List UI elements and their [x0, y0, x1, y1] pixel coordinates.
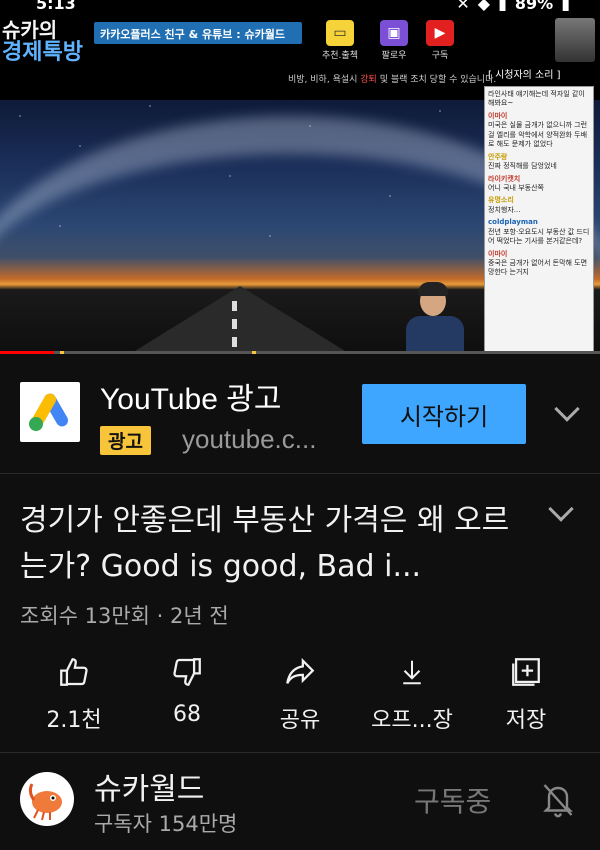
- youtube-button: ▶ 구독: [422, 20, 458, 61]
- chat-message: 안주랑 진짜 정직해를 담엉었네: [488, 153, 590, 172]
- chat-text: 미국은 실물 금개가 없으니까 그런걸 엘리를 악학에서 양적완화 두배로 해도…: [488, 121, 588, 149]
- thumbs-down-icon: [137, 650, 237, 694]
- chat-message: 이마이 미국은 실물 금개가 없으니까 그런걸 엘리를 악학에서 양적완화 두배…: [488, 112, 590, 150]
- offline-save-label: 오프...장: [371, 708, 453, 733]
- download-icon: [362, 650, 462, 694]
- presenter-hair: [418, 282, 448, 296]
- youtube-label: 구독: [431, 51, 449, 61]
- mute-icon: ✕: [456, 0, 470, 13]
- twitch-label: 팔로우: [381, 51, 407, 61]
- warning-text: 비방, 비하, 욕설시: [288, 75, 361, 85]
- dislike-button[interactable]: 68: [137, 650, 237, 727]
- action-bar: 2.1천 68 공유 오프...장 저장: [0, 650, 600, 750]
- chat-text: 진짜 정직해를 담엉었네: [488, 162, 557, 171]
- chat-author: 유명소리: [488, 196, 514, 205]
- share-icon: [250, 650, 350, 694]
- brand-line2: 경제톡방: [2, 40, 83, 65]
- battery-icon: ▮: [561, 0, 570, 13]
- stream-brand: 슈카의 경제톡방: [2, 18, 83, 65]
- status-time: 5:13: [36, 0, 76, 13]
- expand-description-icon[interactable]: [548, 496, 574, 522]
- battery-level: 89%: [514, 0, 554, 13]
- kakao-icon: ▭: [326, 20, 354, 46]
- start-button[interactable]: 시작하기: [362, 384, 526, 444]
- warning-text-end: 및 블랙 조치 당할 수 있습니다.: [376, 75, 497, 85]
- chat-text: 정치행자...: [488, 205, 521, 214]
- ad-title[interactable]: YouTube 광고: [100, 374, 281, 418]
- ad-card[interactable]: YouTube 광고 광고 youtube.c... 시작하기: [0, 354, 600, 474]
- chat-message: 이마이 중국은 금개가 없어서 돈막해 도면 망한다 는거지: [488, 250, 590, 278]
- shrimp-icon: [28, 783, 62, 821]
- presenter-body: [406, 316, 464, 352]
- chevron-down-icon[interactable]: [554, 396, 580, 422]
- brand-line1: 슈카의: [2, 18, 58, 42]
- chat-message: coldplayman 전년 포항·오요도시 부동산 값 드디어 떡었다는 기사…: [488, 218, 590, 246]
- chat-text: 라인사태 얘기해는데 적자일 같이 해봐요~: [488, 90, 585, 108]
- ad-url[interactable]: youtube.c...: [182, 424, 316, 455]
- chat-message: 라이키캣치 어니 국내 부동산쪽: [488, 175, 590, 194]
- like-button[interactable]: 2.1천: [24, 650, 124, 734]
- chat-text: 중국은 금개가 없어서 돈막해 도면 망한다 는거지: [488, 259, 588, 277]
- host-camera-thumb: [555, 18, 595, 62]
- twitch-button: ▣ 팔로우: [376, 20, 412, 61]
- ad-badge: 광고: [100, 426, 151, 455]
- save-to-playlist-icon: [476, 650, 576, 694]
- road-line: [232, 301, 237, 351]
- video-player[interactable]: 슈카의 경제톡방 카카오플러스 친구 & 유튜브 : 슈카월드 ▭ 추천.출첵 …: [0, 14, 600, 354]
- twitch-icon: ▣: [380, 20, 408, 46]
- notifications-off-bell-icon[interactable]: [540, 780, 576, 820]
- save-button[interactable]: 저장: [476, 650, 576, 734]
- road: [130, 286, 350, 354]
- chat-author: 안주랑: [488, 152, 508, 161]
- chat-message: 라인사태 얘기해는데 적자일 같이 해봐요~: [488, 90, 590, 109]
- video-title[interactable]: 경기가 안좋은데 부동산 가격은 왜 오르는가? Good is good, B…: [20, 498, 530, 590]
- location-icon: ◆: [477, 0, 491, 13]
- google-ads-icon: [29, 393, 68, 431]
- offline-save-button[interactable]: 오프...장: [362, 650, 462, 734]
- save-label: 저장: [505, 708, 547, 733]
- google-ads-logo[interactable]: [20, 382, 80, 442]
- video-meta[interactable]: 조회수 13만회 · 2년 전: [20, 600, 229, 630]
- thumbs-up-icon: [24, 650, 124, 694]
- promo-banner: 카카오플러스 친구 & 유튜브 : 슈카월드: [94, 22, 302, 44]
- chat-text: 어니 국내 부동산쪽: [488, 183, 544, 192]
- viewer-panel-title: [ 시청자의 소리 ]: [488, 70, 561, 81]
- viewer-chat-panel: 라인사태 얘기해는데 적자일 같이 해봐요~ 이마이 미국은 실물 금개가 없으…: [484, 86, 594, 352]
- chat-text: 전년 포항·오요도시 부동산 값 드디어 떡었다는 기사를 본거같은데?: [488, 227, 590, 246]
- subscriber-count: 구독자 154만명: [94, 812, 238, 836]
- chat-author: 이마이: [488, 111, 508, 120]
- share-label: 공유: [279, 708, 321, 733]
- chat-author: coldplayman: [488, 218, 538, 227]
- status-icons: ✕ ◆ ▮ 89% ▮: [456, 0, 570, 13]
- youtube-icon: ▶: [426, 20, 454, 46]
- channel-name[interactable]: 슈카월드: [94, 764, 204, 808]
- divider: [0, 752, 600, 753]
- signal-icon: ▮: [498, 0, 507, 13]
- chat-warning: 비방, 비하, 욕설시 강퇴 및 블랙 조치 당할 수 있습니다.: [288, 72, 496, 85]
- warning-highlight: 강퇴: [360, 75, 377, 85]
- kakao-button: ▭ 추천.출첵: [322, 20, 358, 61]
- chat-author: 라이키캣치: [488, 174, 521, 183]
- subscribed-button[interactable]: 구독중: [414, 780, 491, 820]
- channel-avatar[interactable]: [20, 772, 74, 826]
- share-button[interactable]: 공유: [250, 650, 350, 734]
- dislike-count: 68: [173, 702, 201, 727]
- chat-author: 이마이: [488, 249, 508, 258]
- kakao-label: 추천.출첵: [322, 51, 358, 61]
- chat-message: 유명소리 정치행자...: [488, 196, 590, 215]
- status-bar: 5:13 ✕ ◆ ▮ 89% ▮: [0, 0, 600, 14]
- like-count: 2.1천: [46, 708, 102, 733]
- presenter-figure: [396, 282, 470, 352]
